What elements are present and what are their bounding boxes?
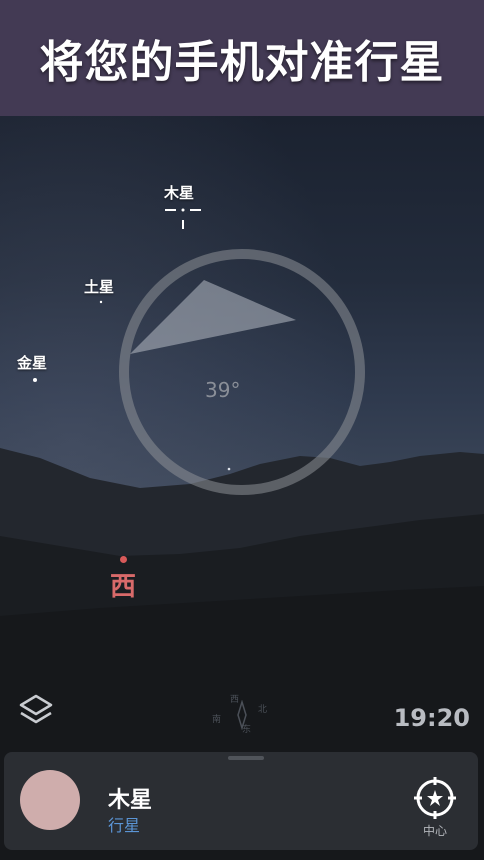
mini-compass-north: 北: [258, 705, 268, 715]
direction-label: 西: [110, 572, 137, 602]
center-label: 中心: [422, 824, 447, 838]
saturn-label[interactable]: 土星: [84, 276, 114, 297]
saturn-dot: [99, 300, 103, 304]
venus-dot: [33, 378, 37, 382]
jupiter-dot: [181, 208, 185, 212]
center-button[interactable]: 中心: [408, 776, 462, 846]
object-name: 木星: [108, 788, 153, 813]
object-type: 行星: [108, 816, 141, 835]
sky-landscape: [0, 116, 484, 860]
banner-title: 将您的手机对准行星: [39, 37, 445, 88]
compass-degree: 39°: [205, 378, 241, 402]
mini-compass-south: 南: [212, 715, 222, 725]
layers-icon: [19, 694, 53, 724]
crosshair-icon: [414, 777, 456, 819]
compass-icon: [237, 700, 247, 730]
planet-avatar: [20, 770, 80, 830]
layers-button[interactable]: [16, 690, 56, 730]
jupiter-label[interactable]: 木星: [164, 182, 194, 203]
object-info-card[interactable]: 木星 行星 中心: [4, 752, 478, 850]
clock: 19:20: [393, 704, 470, 732]
instruction-banner: 将您的手机对准行星: [0, 0, 484, 116]
direction-marker: [120, 556, 127, 563]
venus-label[interactable]: 金星: [17, 352, 47, 373]
mini-compass[interactable]: 西 北 南 东: [212, 692, 272, 742]
star-dot-center: [227, 467, 231, 471]
sky-view[interactable]: 木星 土星 金星 39° 西 西 北 南 东 19:20: [0, 116, 484, 860]
drag-handle[interactable]: [228, 756, 264, 760]
